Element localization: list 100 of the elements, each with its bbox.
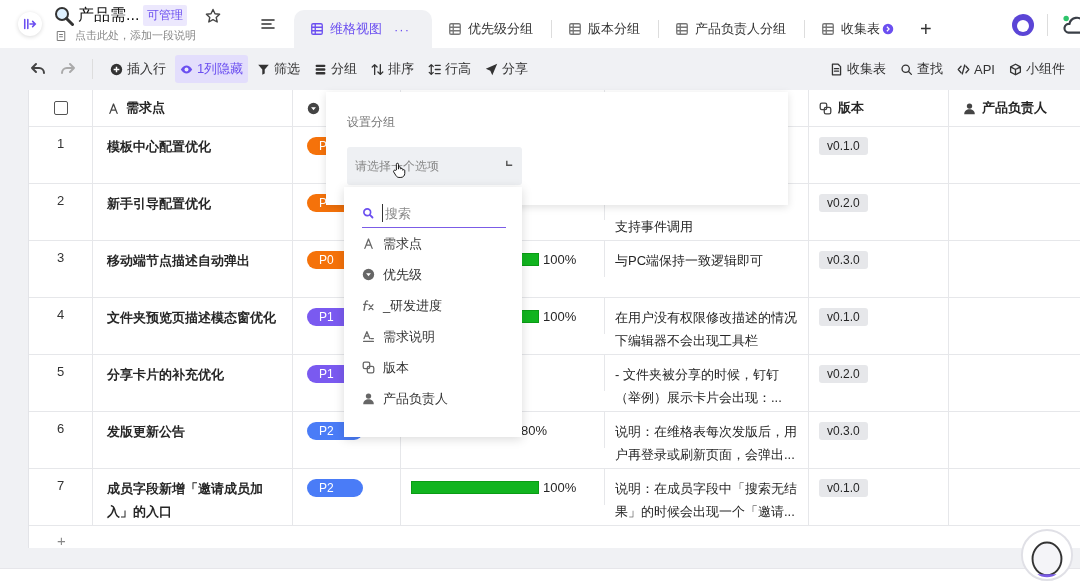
column-header[interactable]: 产品负责人 (982, 99, 1047, 117)
version-tag: v0.3.0 (819, 422, 868, 440)
sidebar-toggle-icon (23, 17, 37, 31)
eye-icon (180, 62, 193, 76)
progress-value: 100% (543, 251, 577, 267)
link-field-icon (819, 101, 832, 115)
version-tag: v0.3.0 (819, 251, 868, 269)
progress-value: 100% (543, 479, 577, 495)
grid-icon (448, 22, 462, 36)
form-button[interactable]: 收集表 (825, 55, 892, 83)
progress-value: 80% (521, 422, 548, 438)
form-icon (830, 62, 844, 76)
sheet-title[interactable]: 产品需... (78, 5, 140, 26)
row-number: 2 (56, 193, 65, 208)
person-icon (362, 392, 375, 405)
description-text: 支持事件调用 (615, 218, 693, 236)
description-text: 与PC端保持一致逻辑即可 (615, 252, 764, 270)
row-number: 5 (56, 364, 65, 379)
row-number: 1 (56, 136, 65, 151)
panel-title: 设置分组 (347, 114, 396, 131)
grid-icon (310, 22, 324, 36)
field-option[interactable]: 需求点 (362, 228, 506, 259)
requirement-text: 文件夹预览页描述模态窗优化 (107, 309, 276, 327)
requirement-text: 移动端节点描述自动弹出 (107, 252, 250, 270)
plus-circle-icon (110, 62, 123, 76)
undo-icon[interactable] (30, 61, 46, 77)
permission-tag: 可管理 (143, 5, 188, 26)
row-number: 6 (56, 421, 65, 436)
api-button[interactable]: API (952, 56, 1000, 82)
long-text-field-icon (362, 330, 375, 343)
description-text: 说明：在成员字段中「搜索无结 果」的时候会出现一个「邀请... (615, 480, 797, 521)
description-text: - 文件夹被分享的时候，钉钉 （举例）展示卡片会出现：... (615, 366, 782, 407)
filter-button[interactable]: 筛选 (252, 55, 306, 83)
select-field-icon (307, 101, 320, 115)
text-field-icon (107, 101, 120, 115)
progress-value: 100% (543, 308, 577, 324)
version-tag: v0.1.0 (819, 137, 868, 155)
hide-button[interactable]: 1列隐藏 (175, 55, 249, 83)
requirement-text: 模板中心配置优化 (107, 138, 211, 156)
select-field-icon (362, 268, 375, 281)
sidebar-toggle-button[interactable] (18, 12, 42, 36)
search-icon (362, 207, 374, 219)
text-field-icon (362, 237, 375, 250)
version-tag: v0.2.0 (819, 194, 868, 212)
group-icon (314, 62, 328, 76)
grid-icon (675, 22, 689, 36)
function-icon (362, 299, 375, 312)
widget-button[interactable]: 小组件 (1004, 55, 1070, 83)
view-tab[interactable]: 优先级分组 (432, 10, 551, 48)
add-view-button[interactable]: + (920, 17, 932, 41)
view-tab[interactable]: 产品负责人分组 (659, 10, 804, 48)
document-icon (55, 29, 67, 42)
priority-tag: P2 (307, 479, 363, 497)
view-tab[interactable]: 维格视图 ··· (294, 10, 432, 48)
search-button[interactable]: 查找 (895, 55, 949, 83)
code-icon (957, 62, 971, 76)
person-icon (963, 101, 976, 115)
row-height-icon (428, 62, 442, 76)
requirement-text: 分享卡片的补充优化 (107, 366, 224, 384)
grid-icon (821, 22, 835, 36)
share-button[interactable]: 分享 (480, 55, 534, 83)
field-option[interactable]: _研发进度 (362, 290, 506, 321)
magnifier-icon (54, 5, 74, 26)
description-text: 在用户没有权限修改描述的情况 下编辑器不会出现工具栏 (615, 309, 797, 350)
field-option[interactable]: 优先级 (362, 259, 506, 290)
group-button[interactable]: 分组 (309, 55, 363, 83)
sort-icon (371, 62, 385, 76)
link-field-icon (362, 361, 375, 374)
description-text: 说明：在维格表每次发版后，用 户再登录或刷新页面，会弹出... (615, 423, 797, 464)
row-number: 3 (56, 250, 65, 265)
column-header[interactable]: 需求点 (126, 99, 165, 117)
insert-button[interactable]: 插入行 (105, 55, 171, 83)
version-tag: v0.1.0 (819, 308, 868, 326)
description-placeholder[interactable]: 点击此处，添加一段说明 (75, 28, 196, 43)
row-number: 4 (56, 307, 65, 322)
field-option[interactable]: 版本 (362, 352, 506, 383)
star-icon[interactable] (205, 7, 222, 24)
view-tab[interactable]: 版本分组 (552, 10, 658, 48)
assistant-avatar[interactable] (1020, 528, 1074, 582)
select-all-checkbox[interactable] (53, 101, 68, 115)
field-option[interactable]: 需求说明 (362, 321, 506, 352)
filter-icon (257, 62, 271, 76)
column-header[interactable]: 版本 (838, 99, 864, 117)
search-field[interactable]: 搜索 (382, 204, 497, 222)
add-row-button[interactable]: + (57, 532, 66, 548)
version-tag: v0.1.0 (819, 479, 868, 497)
caret-icon (505, 158, 514, 168)
row-number: 7 (56, 478, 65, 493)
user-avatar[interactable] (1011, 13, 1035, 37)
version-tag: v0.2.0 (819, 365, 868, 383)
requirement-text: 发版更新公告 (107, 423, 185, 441)
scroll-right-button[interactable] (882, 23, 894, 35)
cube-icon (1009, 62, 1022, 76)
search-icon (900, 62, 914, 76)
sort-button[interactable]: 排序 (366, 55, 420, 83)
field-option[interactable]: 产品负责人 (362, 383, 506, 414)
grid-icon (568, 22, 582, 36)
menu-icon[interactable] (260, 16, 276, 32)
view-tab[interactable]: 收集表 (805, 10, 896, 48)
requirement-text: 成员字段新增「邀请成员加 入」的入口 (107, 480, 263, 521)
